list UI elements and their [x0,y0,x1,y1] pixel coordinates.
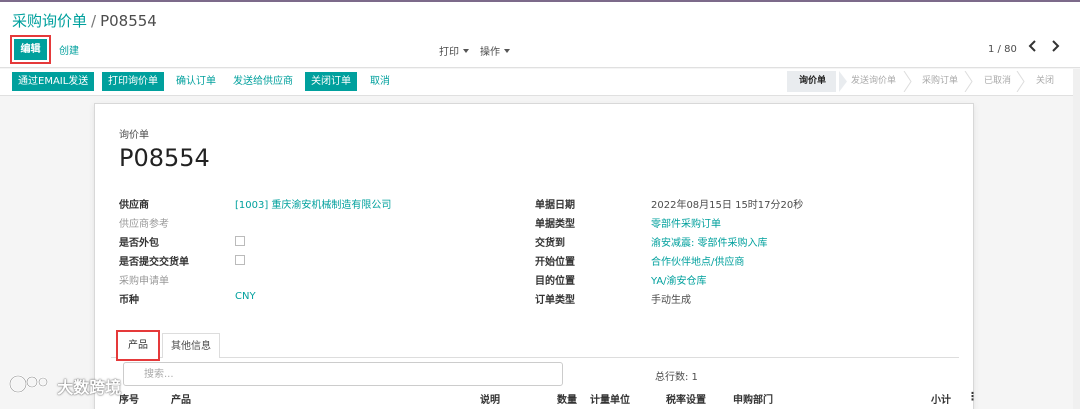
action-menu[interactable]: 操作 [480,43,510,58]
column-header-department[interactable]: 申购部门 [733,391,773,406]
column-header-subtotal[interactable]: 小计 [931,391,951,406]
stage-purchase-order[interactable]: 采购订单 [922,71,958,92]
breadcrumb-parent-link[interactable]: 采购询价单 [12,12,87,30]
stage-arrow [964,71,973,92]
breadcrumb-separator: / [91,12,97,30]
deliver-to-value[interactable]: 渝安减震: 零部件采购入库 [651,234,768,249]
edit-button[interactable]: 编辑 [14,39,47,60]
create-button[interactable]: 创建 [59,42,79,57]
column-header-tax[interactable]: 税率设置 [666,391,706,406]
is-outsourced-checkbox[interactable] [235,236,245,246]
caret-down-icon [463,49,469,53]
stage-rfq[interactable]: 询价单 [787,71,837,92]
destination-location-label: 目的位置 [535,276,575,287]
action-menu-label: 操作 [480,47,500,58]
watermark-text: 大数跨境 [57,377,122,397]
column-header-description[interactable]: 说明 [480,391,500,406]
column-header-uom[interactable]: 计量单位 [590,391,630,406]
form-sheet: 询价单 P08554 供应商 [1003] 重庆渝安机械制造有限公司 供应商参考… [94,103,978,409]
deliver-to-label: 交货到 [535,238,565,249]
supplier-value[interactable]: [1003] 重庆渝安机械制造有限公司 [235,196,391,211]
stage-arrow [1016,71,1025,92]
document-type-label: 询价单 [119,130,149,141]
source-location-label: 开始位置 [535,257,575,268]
control-panel: 采购询价单 / P08554 编辑 创建 打印 操作 1 / 80 [0,2,1080,68]
currency-label: 币种 [119,295,139,306]
document-type-value[interactable]: 零部件采购订单 [651,215,721,230]
column-header-seq[interactable]: 序号 [119,391,139,406]
print-rfq-button[interactable]: 打印询价单 [102,72,164,91]
watermark: 大数跨境 [8,373,121,399]
tab-products[interactable]: 产品 [116,330,160,361]
stage-arrow-active [839,71,847,92]
caret-down-icon [504,49,510,53]
supplier-label: 供应商 [119,200,149,211]
cancel-button[interactable]: 取消 [368,72,392,91]
stage-rfq-sent[interactable]: 发送询价单 [851,71,896,92]
chevron-right-icon[interactable] [1050,40,1060,56]
print-menu-label: 打印 [439,47,459,58]
print-menu[interactable]: 打印 [439,43,469,58]
watermark-logo-icon [8,373,50,398]
notebook-tabs: 产品 其他信息 [111,330,959,361]
confirm-order-button[interactable]: 确认订单 [174,72,218,91]
stage-arrow [903,71,912,92]
stage-closed[interactable]: 关闭 [1036,71,1054,92]
document-date-label: 单据日期 [535,200,575,211]
page-scrollbar[interactable] [1073,69,1080,409]
breadcrumb: 采购询价单 / P08554 [12,10,157,31]
column-header-product[interactable]: 产品 [171,391,191,406]
order-type-value: 手动生成 [651,295,691,306]
currency-value[interactable]: CNY [235,291,256,302]
column-header-quantity[interactable]: 数量 [557,391,577,406]
document-date-value: 2022年08月15日 15时17分20秒 [651,200,804,211]
purchase-request-label: 采购申请单 [119,276,169,287]
submit-delivery-label: 是否提交交货单 [119,257,189,268]
chevron-left-icon[interactable] [1028,40,1038,56]
stage-cancelled[interactable]: 已取消 [984,71,1011,92]
send-email-button[interactable]: 通过EMAIL发送 [12,72,95,91]
edit-button-highlight: 编辑 [10,35,51,64]
pager-counter[interactable]: 1 / 80 [988,44,1017,55]
send-to-supplier-button[interactable]: 发送给供应商 [231,72,295,91]
action-bar: 通过EMAIL发送 打印询价单 确认订单 发送给供应商 关闭订单 取消 询价单 … [0,69,1080,96]
destination-location-value[interactable]: YA/渝安仓库 [651,272,707,287]
breadcrumb-current: P08554 [100,12,157,30]
total-rows-count: 总行数: 1 [655,372,698,383]
lines-search-box [123,362,563,386]
lines-search-input[interactable] [144,367,544,382]
supplier-ref-label: 供应商参考 [119,219,169,230]
document-number: P08554 [119,144,210,172]
submit-delivery-checkbox[interactable] [235,255,245,265]
document-type-field-label: 单据类型 [535,219,575,230]
order-type-label: 订单类型 [535,295,575,306]
close-order-button[interactable]: 关闭订单 [305,72,357,91]
is-outsourced-label: 是否外包 [119,238,159,249]
column-options-icon[interactable]: ⋮ [967,390,978,403]
source-location-value[interactable]: 合作伙伴地点/供应商 [651,253,744,268]
tab-other-info[interactable]: 其他信息 [162,333,220,358]
